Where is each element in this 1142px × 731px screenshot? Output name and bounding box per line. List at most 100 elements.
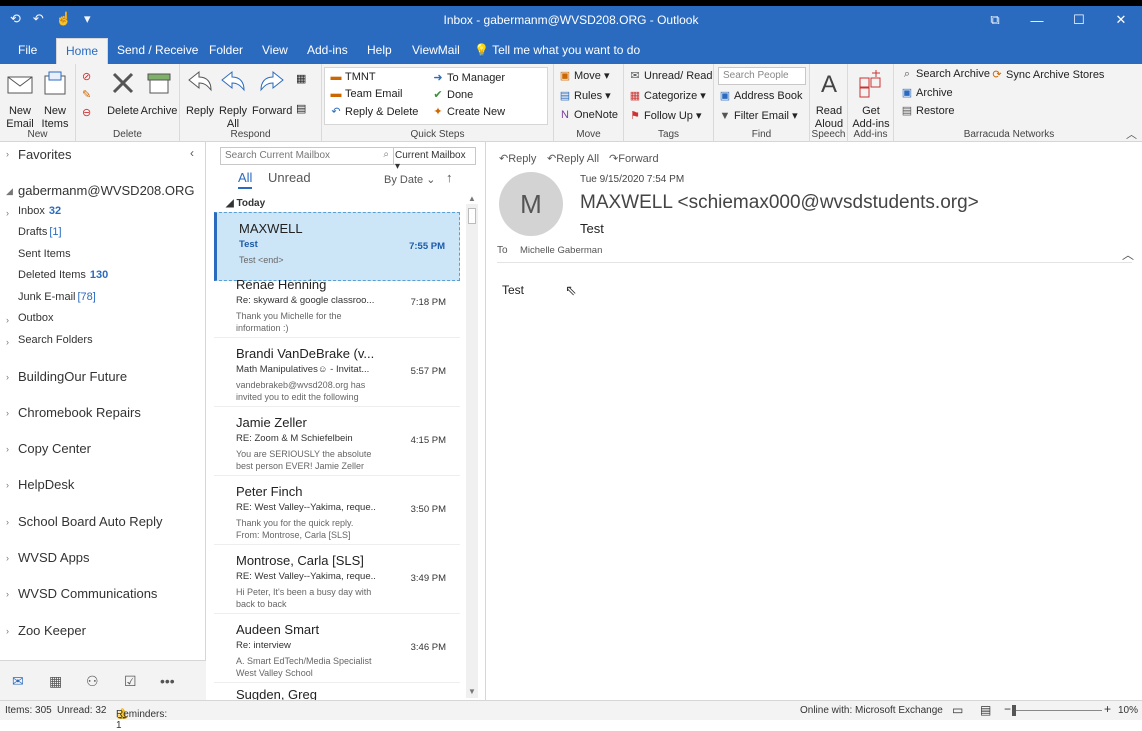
quickstep-team-email[interactable]: ▬ Team Email: [329, 88, 403, 100]
mailbox-caret-icon[interactable]: ›: [6, 589, 9, 599]
calendar-icon[interactable]: ▦: [49, 673, 62, 690]
message-list-scrollbar[interactable]: ▲ ▼: [466, 194, 478, 698]
message-row[interactable]: Peter Finch RE: West Valley--Yakima, req…: [214, 476, 460, 545]
zoom-in-icon[interactable]: +: [1104, 702, 1111, 716]
inline-reply-button[interactable]: ↶Reply: [499, 152, 536, 165]
message-row[interactable]: Renae Henning Re: skyward & google class…: [214, 269, 460, 338]
filter-all[interactable]: All: [238, 170, 253, 189]
mailbox-helpdesk[interactable]: HelpDesk: [18, 477, 74, 492]
folder-outbox[interactable]: Outbox: [18, 312, 53, 324]
quickstep-create-new[interactable]: ✦ Create New: [431, 105, 505, 118]
mailbox-caret-icon[interactable]: ›: [6, 517, 9, 527]
mailbox-chromebook-repairs[interactable]: Chromebook Repairs: [18, 405, 141, 420]
mailbox-caret-icon[interactable]: ›: [6, 480, 9, 490]
zoom-slider[interactable]: [1016, 710, 1102, 711]
mailbox-building-our-future[interactable]: BuildingOur Future: [18, 369, 127, 384]
favorites-caret-icon[interactable]: ›: [6, 149, 9, 159]
mailbox-caret-icon[interactable]: ›: [6, 553, 9, 563]
mailbox-caret-icon[interactable]: ›: [6, 626, 9, 636]
search-mailbox-input[interactable]: Search Current Mailbox ⌕: [220, 147, 394, 165]
archive-button[interactable]: Archive: [140, 68, 178, 118]
message-row[interactable]: Jamie Zeller RE: Zoom & M Schiefelbein 4…: [214, 407, 460, 476]
account-caret-icon[interactable]: ◢: [6, 186, 13, 197]
forward-button[interactable]: Forward: [252, 68, 292, 118]
folder-search-folders[interactable]: Search Folders: [18, 334, 93, 346]
inline-forward-button[interactable]: ↷Forward: [609, 152, 659, 165]
group-header-today[interactable]: ◢ Today: [226, 198, 265, 209]
restore-icon[interactable]: ⧉: [974, 6, 1016, 34]
folder-sent[interactable]: Sent Items: [18, 248, 71, 260]
search-archive-button[interactable]: ⌕ Search Archive: [900, 68, 990, 81]
address-book-button[interactable]: ▣ Address Book: [718, 89, 803, 102]
unread-read-button[interactable]: ✉ Unread/ Read: [628, 69, 712, 82]
tab-view[interactable]: View: [262, 43, 288, 57]
zoom-slider-thumb[interactable]: [1012, 705, 1016, 716]
filter-unread[interactable]: Unread: [268, 170, 311, 185]
filter-email-button[interactable]: ▼ Filter Email ▾: [718, 109, 798, 122]
reply-all-button[interactable]: Reply All: [216, 68, 250, 131]
ignore-icon[interactable]: ⊘: [82, 70, 91, 83]
sort-direction-icon[interactable]: ↑: [446, 170, 453, 185]
tab-viewmail[interactable]: ViewMail: [412, 43, 460, 57]
tab-home[interactable]: Home: [56, 38, 109, 66]
zoom-out-icon[interactable]: −: [1004, 702, 1011, 716]
normal-view-icon[interactable]: ▭: [952, 703, 963, 717]
quickstep-tmnt[interactable]: ▬ TMNT: [329, 71, 376, 83]
tell-me-box[interactable]: 💡 Tell me what you want to do: [474, 43, 640, 57]
tab-send-receive[interactable]: Send / Receive: [117, 43, 198, 57]
archive2-button[interactable]: ▣ Archive: [900, 86, 953, 99]
search-icon[interactable]: ⌕: [383, 149, 389, 160]
quickstep-to-manager[interactable]: ➜ To Manager: [431, 71, 505, 84]
favorites-header[interactable]: Favorites: [18, 147, 71, 162]
tab-help[interactable]: Help: [367, 43, 392, 57]
read-aloud-button[interactable]: A Read Aloud: [812, 68, 846, 131]
rules-button[interactable]: ▤ Rules ▾: [558, 89, 611, 102]
mailbox-wvsd-apps[interactable]: WVSD Apps: [18, 550, 90, 565]
search-scope-dropdown[interactable]: Current Mailbox ▾: [390, 147, 476, 172]
mailbox-school-board-auto-reply[interactable]: School Board Auto Reply: [18, 514, 163, 529]
folder-deleted[interactable]: Deleted Items 130: [18, 269, 108, 281]
reply-button[interactable]: Reply: [184, 68, 216, 118]
search-folders-caret-icon[interactable]: ›: [6, 337, 9, 347]
collapse-header-icon[interactable]: ︿: [1122, 246, 1134, 263]
recipient[interactable]: Michelle Gaberman: [520, 245, 602, 256]
move-button[interactable]: ▣ Move ▾: [558, 69, 610, 82]
quickstep-done[interactable]: ✔ Done: [431, 88, 473, 101]
scroll-up-icon[interactable]: ▲: [468, 194, 476, 203]
collapse-pane-icon[interactable]: ‹: [190, 146, 194, 160]
inline-reply-all-button[interactable]: ↶Reply All: [547, 152, 599, 165]
message-row[interactable]: Montrose, Carla [SLS] RE: West Valley--Y…: [214, 545, 460, 614]
folder-inbox[interactable]: Inbox 32: [18, 205, 61, 217]
sort-dropdown[interactable]: By Date ⌄: [384, 173, 435, 186]
mailbox-copy-center[interactable]: Copy Center: [18, 441, 91, 456]
meeting-icon[interactable]: ▦: [296, 72, 306, 85]
mailbox-caret-icon[interactable]: ›: [6, 372, 9, 382]
new-email-button[interactable]: New Email: [4, 68, 36, 131]
mailbox-wvsd-communications[interactable]: WVSD Communications: [18, 586, 157, 601]
tasks-icon[interactable]: ☑: [124, 673, 137, 690]
scroll-down-icon[interactable]: ▼: [468, 687, 476, 696]
scrollbar-thumb[interactable]: [468, 208, 476, 224]
inbox-caret-icon[interactable]: ›: [6, 208, 9, 218]
message-row[interactable]: Brandi VanDeBrake (v... Math Manipulativ…: [214, 338, 460, 407]
categorize-button[interactable]: ▦ Categorize ▾: [628, 89, 706, 102]
tab-folder[interactable]: Folder: [209, 43, 243, 57]
outbox-caret-icon[interactable]: ›: [6, 315, 9, 325]
sync-archive-button[interactable]: ⟳ Sync Archive Stores: [990, 68, 1104, 81]
minimize-icon[interactable]: —: [1016, 6, 1058, 34]
account-header[interactable]: gabermanm@WVSD208.ORG: [18, 183, 194, 198]
maximize-icon[interactable]: ☐: [1058, 6, 1100, 34]
more-icon[interactable]: •••: [160, 673, 175, 689]
close-icon[interactable]: ✕: [1100, 6, 1142, 34]
sender-line[interactable]: MAXWELL <schiemax000@wvsdstudents.org>: [580, 192, 979, 214]
mail-icon[interactable]: ✉: [12, 673, 24, 690]
quickstep-reply-delete[interactable]: ↶ Reply & Delete: [329, 105, 418, 118]
message-row[interactable]: Sugden, Greg: [214, 683, 460, 700]
more-respond-icon[interactable]: ▤: [296, 102, 306, 115]
zoom-level[interactable]: 10%: [1118, 705, 1138, 716]
collapse-ribbon-icon[interactable]: ︿: [1126, 126, 1137, 142]
folder-drafts[interactable]: Drafts [1]: [18, 226, 62, 238]
tab-file[interactable]: File: [18, 43, 37, 57]
onenote-button[interactable]: N OneNote: [558, 109, 618, 121]
tab-addins[interactable]: Add-ins: [307, 43, 348, 57]
